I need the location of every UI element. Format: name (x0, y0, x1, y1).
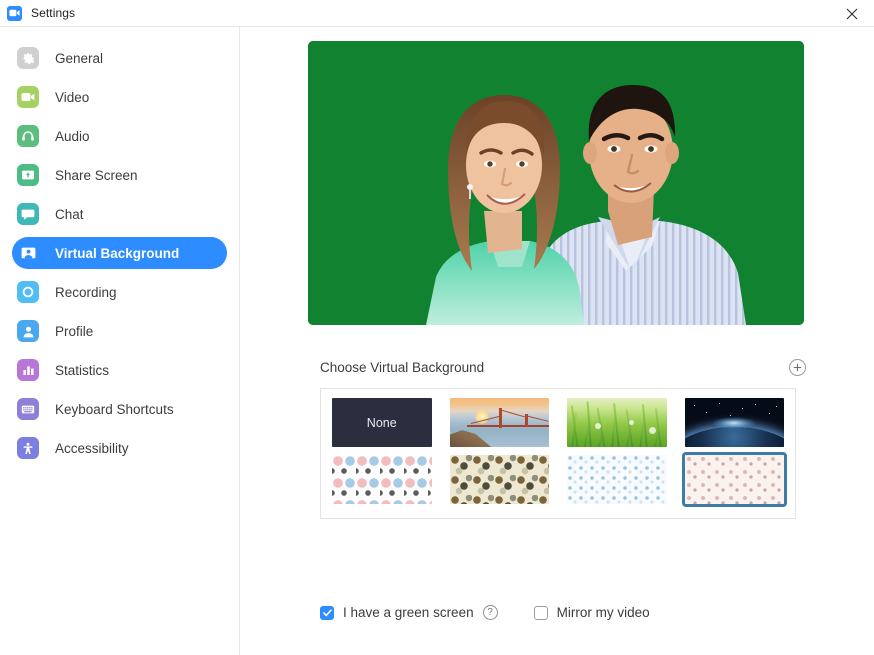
virtual-background-options: I have a green screen ? Mirror my video (320, 605, 650, 620)
close-icon[interactable] (829, 0, 874, 27)
zoom-video-icon (7, 6, 22, 21)
title-bar: Settings (0, 0, 874, 27)
settings-sidebar: General Video Audio Share Screen Chat (0, 27, 240, 655)
section-title: Choose Virtual Background (320, 360, 484, 375)
sidebar-item-label: Audio (55, 129, 90, 144)
headphones-icon (17, 125, 39, 147)
video-camera-icon (17, 86, 39, 108)
sidebar-item-label: Keyboard Shortcuts (55, 402, 174, 417)
video-preview (308, 41, 804, 325)
sidebar-item-label: Share Screen (55, 168, 138, 183)
mirror-video-checkbox[interactable] (534, 606, 548, 620)
sidebar-item-label: Accessibility (55, 441, 129, 456)
background-thumb-earthtone-pattern[interactable] (450, 455, 550, 504)
add-background-button[interactable] (789, 359, 806, 376)
window-title: Settings (31, 6, 75, 20)
mirror-video-label: Mirror my video (557, 605, 650, 620)
sidebar-item-profile[interactable]: Profile (12, 315, 227, 347)
green-screen-label: I have a green screen (343, 605, 474, 620)
sidebar-item-virtual-background[interactable]: Virtual Background (12, 237, 227, 269)
mirror-video-option: Mirror my video (534, 605, 650, 620)
sidebar-item-video[interactable]: Video (12, 81, 227, 113)
sidebar-item-statistics[interactable]: Statistics (12, 354, 227, 386)
person-frame-icon (17, 242, 39, 264)
background-thumb-cream-pattern[interactable] (685, 455, 785, 504)
sidebar-item-label: Profile (55, 324, 93, 339)
thumb-label-none: None (367, 416, 397, 430)
background-thumbnail-panel: None (320, 388, 796, 519)
gear-icon (17, 47, 39, 69)
sidebar-item-label: Video (55, 90, 89, 105)
sidebar-item-label: Chat (55, 207, 84, 222)
background-thumb-grass[interactable] (567, 398, 667, 447)
record-circle-icon (17, 281, 39, 303)
sidebar-item-label: Virtual Background (55, 246, 179, 261)
sidebar-item-recording[interactable]: Recording (12, 276, 227, 308)
sidebar-item-chat[interactable]: Chat (12, 198, 227, 230)
virtual-background-panel: Choose Virtual Background None (240, 27, 874, 655)
green-screen-option: I have a green screen ? (320, 605, 498, 620)
background-thumb-earth[interactable] (685, 398, 785, 447)
sidebar-item-accessibility[interactable]: Accessibility (12, 432, 227, 464)
sidebar-item-audio[interactable]: Audio (12, 120, 227, 152)
chat-bubble-icon (17, 203, 39, 225)
green-screen-checkbox[interactable] (320, 606, 334, 620)
sidebar-item-keyboard-shortcuts[interactable]: Keyboard Shortcuts (12, 393, 227, 425)
background-thumb-bridge[interactable] (450, 398, 550, 447)
choose-background-header: Choose Virtual Background (320, 359, 806, 376)
keyboard-icon (17, 398, 39, 420)
bar-chart-icon (17, 359, 39, 381)
person-icon (17, 320, 39, 342)
sidebar-item-label: General (55, 51, 103, 66)
background-thumb-blue-pattern[interactable] (567, 455, 667, 504)
sidebar-item-label: Recording (55, 285, 117, 300)
sidebar-item-label: Statistics (55, 363, 109, 378)
help-icon[interactable]: ? (483, 605, 498, 620)
sidebar-item-general[interactable]: General (12, 42, 227, 74)
sidebar-item-share-screen[interactable]: Share Screen (12, 159, 227, 191)
background-thumb-people-pattern[interactable] (332, 455, 432, 504)
share-screen-icon (17, 164, 39, 186)
preview-subjects (308, 41, 804, 325)
background-thumb-none[interactable]: None (332, 398, 432, 447)
accessibility-icon (17, 437, 39, 459)
